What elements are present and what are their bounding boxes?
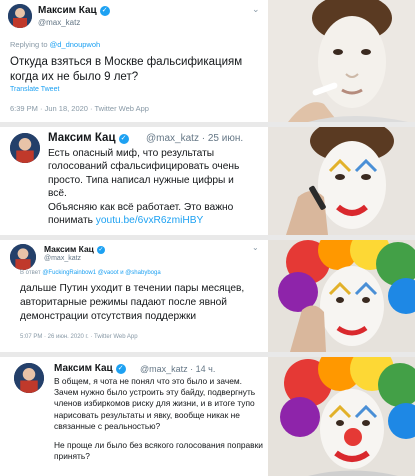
meme-panel-2: Максим Кац ✓ @max_katz · 25 июн. Есть опа…	[0, 127, 415, 235]
avatar[interactable]	[10, 244, 36, 270]
verified-icon: ✓	[99, 6, 110, 16]
author-name[interactable]: Максим Кац ✓	[38, 5, 110, 16]
tweet-date: · 25 июн.	[201, 133, 244, 144]
avatar[interactable]	[8, 4, 32, 28]
meme-panel-3: Максим Кац ✓ @max_katz ⌄ В ответ @Fucking…	[0, 240, 415, 352]
reply-to-link[interactable]: @FuckingRainbow1 @vaoot и @shabyboga	[42, 270, 160, 276]
youtube-link[interactable]: youtu.be/6vxR6zmiHBY	[96, 215, 204, 226]
tweet-timestamp: 5:07 PM · 26 июн. 2020 г. · Twitter Web …	[20, 334, 138, 340]
avatar[interactable]	[10, 133, 40, 163]
avatar[interactable]	[14, 363, 44, 393]
author-handle[interactable]: @max_katz	[38, 18, 80, 27]
clown-makeup-stage-1-image	[268, 0, 415, 122]
tweet-text: В общем, я чота не понял что это было и …	[54, 376, 263, 462]
reply-to-link[interactable]: @d_dnoupwoh	[50, 40, 101, 49]
author-name[interactable]: Максим Кац ✓	[54, 363, 126, 374]
author-handle[interactable]: @max_katz	[44, 255, 81, 262]
meme-panel-1: Максим Кац ✓ @max_katz ⌄ Replying to @d_d…	[0, 0, 415, 122]
clown-makeup-stage-4-image	[268, 357, 415, 476]
chevron-down-icon[interactable]: ⌄	[252, 4, 260, 15]
chevron-down-icon[interactable]: ⌄	[252, 243, 259, 252]
author-name[interactable]: Максим Кац ✓	[48, 132, 129, 144]
tweet-date: · 14 ч.	[190, 364, 216, 374]
tweet-card: Максим Кац ✓ @max_katz · 14 ч. В общем, я…	[0, 357, 268, 476]
author-name[interactable]: Максим Кац ✓	[44, 244, 105, 254]
verified-icon: ✓	[115, 364, 126, 374]
tweet-text: Откуда взяться в Москве фальсификациям к…	[10, 56, 243, 83]
author-handle[interactable]: @max_katz · 14 ч.	[140, 364, 215, 374]
author-handle[interactable]: @max_katz · 25 июн.	[146, 133, 243, 144]
reply-context: В ответ @FuckingRainbow1 @vaoot и @shaby…	[20, 270, 161, 276]
tweet-card: Максим Кац ✓ @max_katz ⌄ Replying to @d_d…	[0, 0, 268, 122]
translate-link[interactable]: Translate Tweet	[10, 86, 59, 93]
verified-icon: ✓	[96, 246, 105, 254]
tweet-card: Максим Кац ✓ @max_katz · 25 июн. Есть опа…	[0, 127, 268, 235]
tweet-timestamp: 6:39 PM · Jun 18, 2020 · Twitter Web App	[10, 104, 149, 113]
tweet-text: Есть опасный миф, что результаты голосов…	[48, 148, 240, 227]
reply-context: Replying to @d_dnoupwoh	[10, 40, 101, 49]
clown-makeup-stage-2-image	[268, 127, 415, 235]
tweet-card: Максим Кац ✓ @max_katz ⌄ В ответ @Fucking…	[0, 240, 268, 352]
verified-icon: ✓	[118, 134, 129, 144]
meme-panel-4: Максим Кац ✓ @max_katz · 14 ч. В общем, я…	[0, 357, 415, 476]
tweet-text: дальше Путин уходит в течении пары месяц…	[20, 283, 245, 322]
clown-makeup-stage-3-image	[268, 240, 415, 352]
